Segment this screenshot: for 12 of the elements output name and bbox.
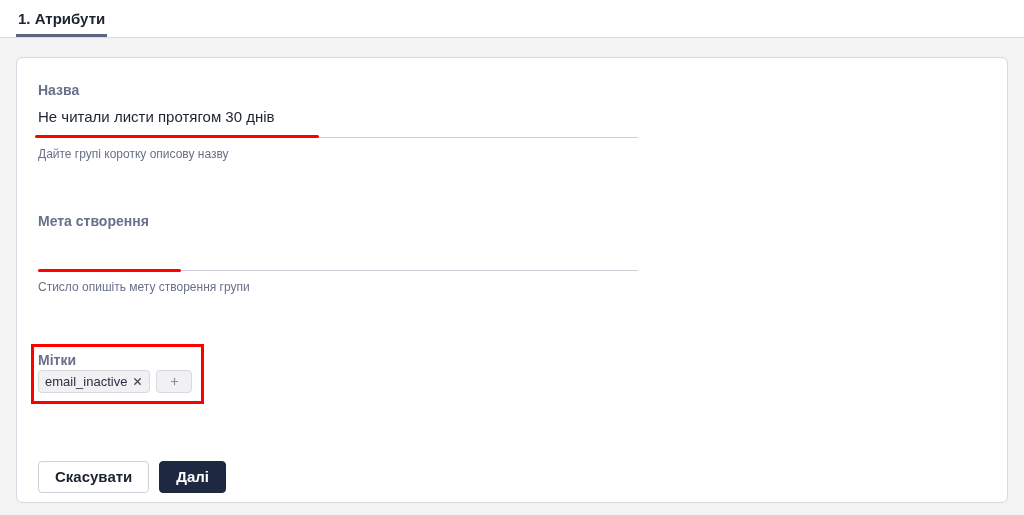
plus-icon — [168, 376, 180, 387]
step-tab[interactable]: 1. Атрибути — [16, 7, 108, 37]
help-text: Дайте групі коротку описову назву — [38, 146, 230, 163]
cancel-button[interactable]: Скасувати — [38, 461, 150, 493]
help-text: Стисло опишіть мету створення групи — [38, 279, 251, 296]
tag-text: email_inactive — [45, 372, 128, 391]
field-label: Мета створення — [38, 212, 150, 231]
add-tag-button[interactable] — [156, 370, 193, 393]
tags-label: Мітки — [38, 351, 78, 370]
next-button[interactable]: Далі — [159, 461, 227, 493]
remove-icon[interactable] — [132, 376, 144, 387]
field-label: Назва — [38, 81, 81, 100]
